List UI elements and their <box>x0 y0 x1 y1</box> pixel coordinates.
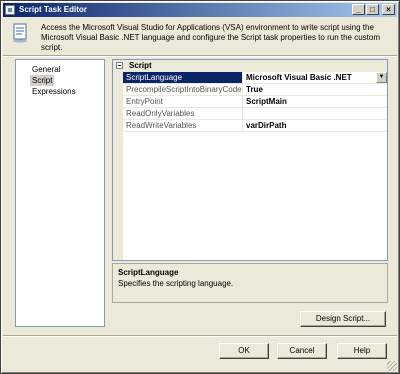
ok-button[interactable]: OK <box>219 343 269 359</box>
category-label: Script <box>129 61 152 70</box>
title-bar[interactable]: Script Task Editor _ □ × <box>3 3 397 17</box>
property-grid-margin <box>113 72 123 260</box>
property-value-scriptlanguage[interactable]: Microsoft Visual Basic .NET ▼ <box>244 72 387 83</box>
property-value-text: Microsoft Visual Basic .NET <box>246 73 352 82</box>
property-row-precompile[interactable]: PrecompileScriptIntoBinaryCode True <box>123 84 387 96</box>
page-navigation-list: General Script Expressions <box>15 59 105 327</box>
property-description-panel: ScriptLanguage Specifies the scripting l… <box>112 263 388 303</box>
property-name: ReadWriteVariables <box>123 120 243 131</box>
property-value-precompile[interactable]: True <box>244 84 387 95</box>
nav-item-script[interactable]: Script <box>30 75 55 86</box>
resize-grip-icon[interactable] <box>387 361 397 371</box>
property-row-readonlyvariables[interactable]: ReadOnlyVariables <box>123 108 387 120</box>
header-description: Access the Microsoft Visual Studio for A… <box>41 23 380 52</box>
category-row-script[interactable]: Script <box>113 60 387 72</box>
script-task-editor-window: Script Task Editor _ □ × Access the Micr… <box>0 0 400 374</box>
footer-divider <box>3 335 397 337</box>
property-value-readwritevariables[interactable]: varDirPath <box>244 120 387 131</box>
description-text: Specifies the scripting language. <box>118 279 234 288</box>
property-name: ReadOnlyVariables <box>123 108 243 119</box>
design-script-button[interactable]: Design Script... <box>300 311 386 327</box>
minimize-button[interactable]: _ <box>352 4 365 15</box>
property-grid: Script ScriptLanguage Microsoft Visual B… <box>112 59 388 261</box>
property-value-entrypoint[interactable]: ScriptMain <box>244 96 387 107</box>
property-value-readonlyvariables[interactable] <box>244 108 387 119</box>
script-task-icon <box>13 23 27 43</box>
property-name: EntryPoint <box>123 96 243 107</box>
property-row-entrypoint[interactable]: EntryPoint ScriptMain <box>123 96 387 108</box>
property-row-readwritevariables[interactable]: ReadWriteVariables varDirPath <box>123 120 387 132</box>
header-divider <box>3 55 397 57</box>
window-icon <box>5 5 15 15</box>
maximize-button[interactable]: □ <box>366 4 379 15</box>
property-name: ScriptLanguage <box>123 72 243 83</box>
nav-item-general[interactable]: General <box>30 64 62 75</box>
window-title: Script Task Editor <box>19 5 87 14</box>
nav-item-expressions[interactable]: Expressions <box>30 86 78 97</box>
help-button[interactable]: Help <box>337 343 387 359</box>
header-area: Access the Microsoft Visual Studio for A… <box>3 17 397 55</box>
description-title: ScriptLanguage <box>118 268 179 277</box>
dropdown-arrow-icon[interactable]: ▼ <box>376 72 387 83</box>
collapse-icon[interactable] <box>116 62 123 69</box>
property-name: PrecompileScriptIntoBinaryCode <box>123 84 243 95</box>
cancel-button[interactable]: Cancel <box>277 343 327 359</box>
close-button[interactable]: × <box>382 4 395 15</box>
property-row-scriptlanguage[interactable]: ScriptLanguage Microsoft Visual Basic .N… <box>123 72 387 84</box>
